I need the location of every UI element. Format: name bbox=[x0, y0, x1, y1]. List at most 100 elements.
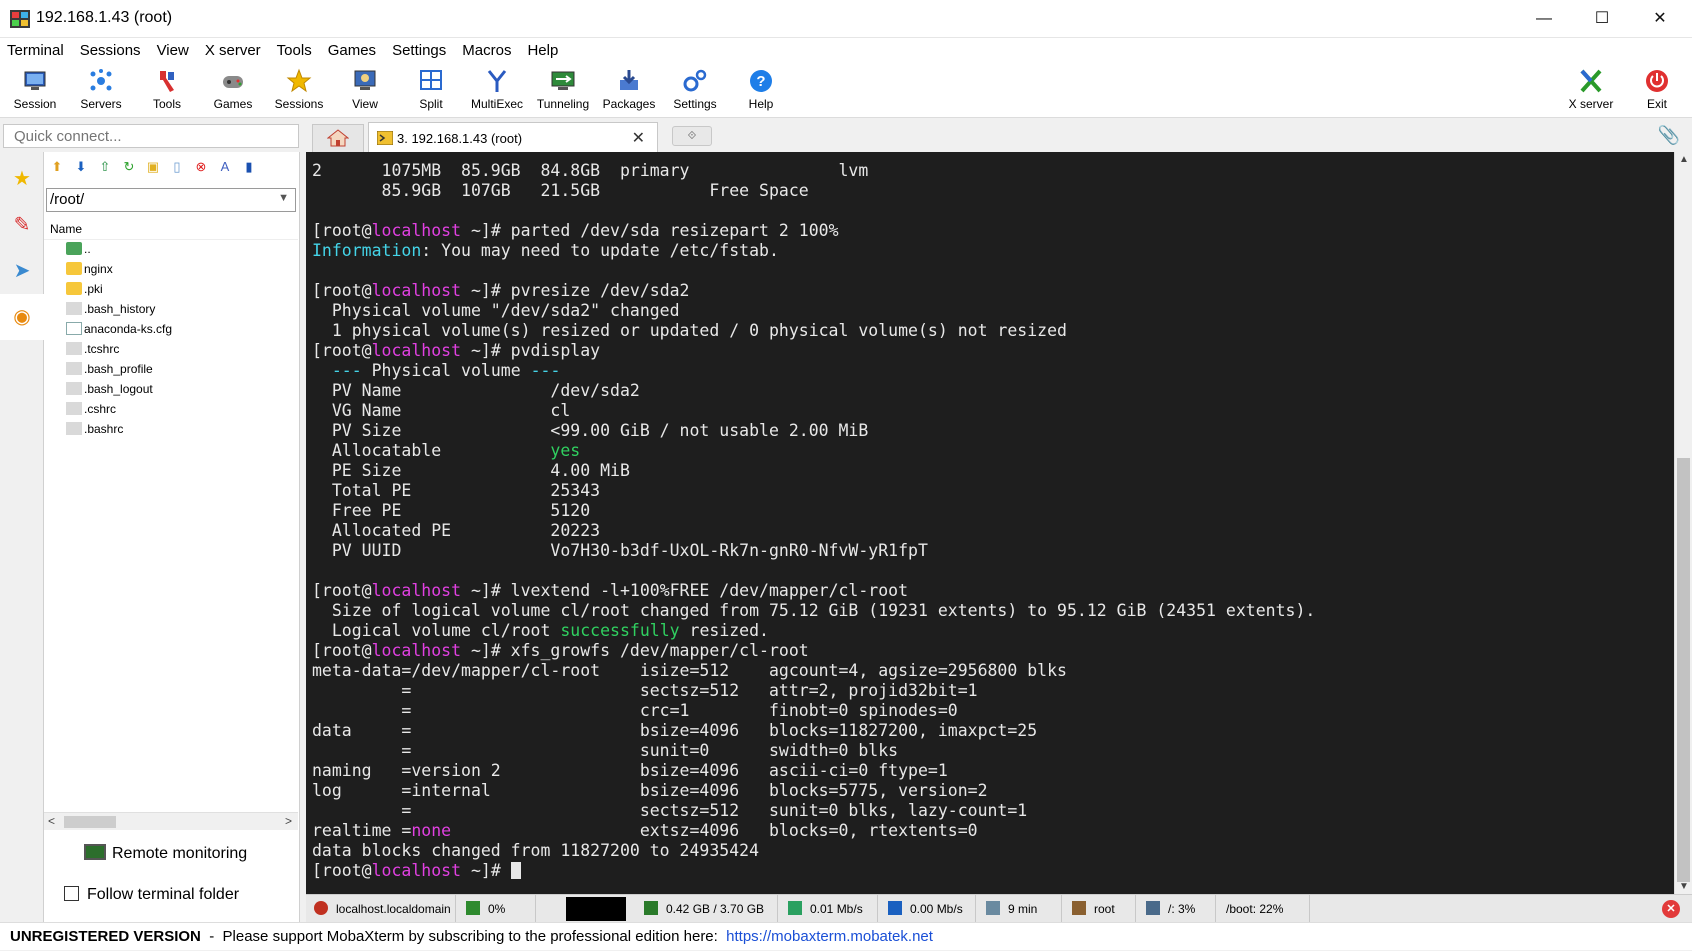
new-tab-button[interactable]: ⟐ bbox=[672, 126, 712, 146]
download-arrow-icon bbox=[888, 901, 902, 915]
sessions-button[interactable]: Sessions bbox=[266, 66, 332, 116]
games-button[interactable]: Games bbox=[200, 66, 266, 116]
clock-icon bbox=[986, 901, 1000, 915]
terminal-line: PV Name /dev/sda2 bbox=[312, 381, 640, 400]
parent-folder-icon[interactable]: ⬆ bbox=[48, 158, 66, 176]
terminal-line: [root@localhost ~]# bbox=[312, 861, 1315, 881]
chevron-down-icon[interactable]: ▼ bbox=[278, 192, 289, 204]
chevron-right-icon[interactable]: > bbox=[285, 814, 292, 828]
chevron-down-icon[interactable]: ▼ bbox=[1679, 881, 1689, 892]
help-button[interactable]: ? Help bbox=[728, 66, 794, 116]
quick-connect-input[interactable] bbox=[3, 124, 299, 148]
subscribe-link[interactable]: https://mobaxterm.mobatek.net bbox=[726, 928, 933, 945]
packages-button[interactable]: Packages bbox=[596, 66, 662, 116]
menu-bar: Terminal Sessions View X server Tools Games Se… bbox=[0, 38, 1692, 64]
tab-row: 3. 192.168.1.43 (root) ✕ ⟐ 📎 bbox=[0, 118, 1692, 152]
exit-button[interactable]: Exit bbox=[1624, 66, 1690, 116]
terminal-view[interactable]: 2 1075MB 85.9GB 84.8GB primary lvm 85.9G… bbox=[306, 152, 1674, 894]
list-item[interactable]: anaconda-ks.cfg bbox=[66, 322, 296, 342]
chevron-up-icon[interactable]: ▲ bbox=[1679, 154, 1689, 165]
list-item[interactable]: .bash_logout bbox=[66, 382, 296, 402]
memory-icon bbox=[644, 901, 658, 915]
list-item[interactable]: .pki bbox=[66, 282, 296, 302]
menu-xserver[interactable]: X server bbox=[197, 38, 269, 64]
close-status-icon[interactable]: ✕ bbox=[1662, 900, 1680, 918]
window-title: 192.168.1.43 (root) bbox=[36, 9, 173, 26]
tunneling-button[interactable]: Tunneling bbox=[530, 66, 596, 116]
upload-icon[interactable]: ⇧ bbox=[96, 158, 114, 176]
menu-view[interactable]: View bbox=[149, 38, 197, 64]
new-folder-icon[interactable]: ▣ bbox=[144, 158, 162, 176]
home-tab[interactable] bbox=[312, 124, 364, 152]
xserver-button[interactable]: X server bbox=[1558, 66, 1624, 116]
list-item[interactable]: nginx bbox=[66, 262, 296, 282]
terminal-line: log =internal bsize=4096 blocks=5775, ve… bbox=[312, 781, 988, 800]
menu-sessions[interactable]: Sessions bbox=[72, 38, 149, 64]
paperclip-icon[interactable]: 📎 bbox=[1658, 125, 1680, 146]
paper-plane-icon: ➤ bbox=[13, 260, 31, 282]
servers-button[interactable]: Servers bbox=[68, 66, 134, 116]
maximize-button[interactable]: ☐ bbox=[1573, 0, 1631, 38]
list-item[interactable]: .bash_profile bbox=[66, 362, 296, 382]
checkbox[interactable] bbox=[64, 886, 79, 901]
globe-icon: ◉ bbox=[13, 306, 31, 328]
menu-terminal[interactable]: Terminal bbox=[0, 38, 72, 64]
menu-games[interactable]: Games bbox=[320, 38, 384, 64]
scrollbar-thumb[interactable] bbox=[1677, 458, 1690, 882]
menu-tools[interactable]: Tools bbox=[269, 38, 320, 64]
view-button[interactable]: View bbox=[332, 66, 398, 116]
sftp-toolbar: ⬆ ⬇ ⇧ ↻ ▣ ▯ ⊗ A ▮ bbox=[48, 158, 264, 180]
sidebar-sftp[interactable]: ◉ bbox=[0, 294, 44, 340]
view-icon bbox=[354, 70, 376, 90]
sidebar-strip: ★ ✎ ➤ ◉ bbox=[0, 152, 44, 922]
sidebar-tools[interactable]: ✎ bbox=[0, 202, 44, 248]
list-item[interactable]: .cshrc bbox=[66, 402, 296, 422]
config-file-icon bbox=[66, 322, 82, 335]
file-icon bbox=[66, 362, 82, 375]
status-upload: 0.01 Mb/s bbox=[780, 895, 878, 923]
chevron-left-icon[interactable]: < bbox=[48, 814, 55, 828]
scrollbar-thumb[interactable] bbox=[64, 816, 116, 828]
list-item[interactable]: .bash_history bbox=[66, 302, 296, 322]
close-window-button[interactable]: ✕ bbox=[1631, 0, 1689, 38]
terminal-line: 85.9GB 107GB 21.5GB Free Space bbox=[312, 181, 809, 200]
column-header-name[interactable]: Name bbox=[44, 218, 298, 240]
upload-arrow-icon bbox=[788, 901, 802, 915]
path-field[interactable]: /root/ ▼ bbox=[46, 188, 296, 212]
settings-button[interactable]: Settings bbox=[662, 66, 728, 116]
multiexec-button[interactable]: MultiExec bbox=[464, 66, 530, 116]
split-button[interactable]: Split bbox=[398, 66, 464, 116]
list-item[interactable]: .tcshrc bbox=[66, 342, 296, 362]
terminal-line: Allocated PE 20223 bbox=[312, 521, 601, 540]
terminal-line: naming =version 2 bsize=4096 ascii-ci=0 … bbox=[312, 761, 948, 780]
session-button[interactable]: Session bbox=[2, 66, 68, 116]
menu-help[interactable]: Help bbox=[519, 38, 566, 64]
tab-close-button[interactable]: ✕ bbox=[632, 128, 645, 148]
refresh-icon[interactable]: ↻ bbox=[120, 158, 138, 176]
tab-session-3[interactable]: 3. 192.168.1.43 (root) ✕ bbox=[368, 122, 658, 152]
menu-macros[interactable]: Macros bbox=[454, 38, 519, 64]
terminal-scrollbar[interactable]: ▲ ▼ bbox=[1674, 152, 1692, 894]
follow-terminal-folder-checkbox[interactable]: Follow terminal folder bbox=[64, 886, 239, 904]
terminal-line: [root@localhost ~]# xfs_growfs /dev/mapp… bbox=[312, 641, 809, 660]
terminal-line: PV UUID Vo7H30-b3df-UxOL-Rk7n-gnR0-NfvW-… bbox=[312, 541, 928, 560]
tools-button[interactable]: Tools bbox=[134, 66, 200, 116]
new-file-icon[interactable]: ▯ bbox=[168, 158, 186, 176]
remote-monitoring-button[interactable]: Remote monitoring bbox=[84, 844, 247, 863]
list-item[interactable]: .. bbox=[66, 242, 296, 262]
download-icon[interactable]: ⬇ bbox=[72, 158, 90, 176]
file-icon bbox=[66, 402, 82, 415]
sidebar-sessions-star[interactable]: ★ bbox=[0, 156, 44, 202]
sidebar-macros[interactable]: ➤ bbox=[0, 248, 44, 294]
minimize-button[interactable]: — bbox=[1515, 0, 1573, 38]
file-list: .. nginx .pki .bash_history anaconda-ks.… bbox=[66, 242, 296, 442]
rename-icon[interactable]: A bbox=[216, 158, 234, 176]
list-item[interactable]: .bashrc bbox=[66, 422, 296, 442]
horizontal-scrollbar[interactable]: < > bbox=[44, 812, 298, 830]
menu-settings[interactable]: Settings bbox=[384, 38, 454, 64]
delete-icon[interactable]: ⊗ bbox=[192, 158, 210, 176]
parent-dir-icon bbox=[66, 242, 82, 255]
permissions-icon[interactable]: ▮ bbox=[240, 158, 258, 176]
sftp-browser: ⬆ ⬇ ⇧ ↻ ▣ ▯ ⊗ A ▮ /root/ ▼ Name .. nginx .pki .b… bbox=[44, 152, 300, 922]
